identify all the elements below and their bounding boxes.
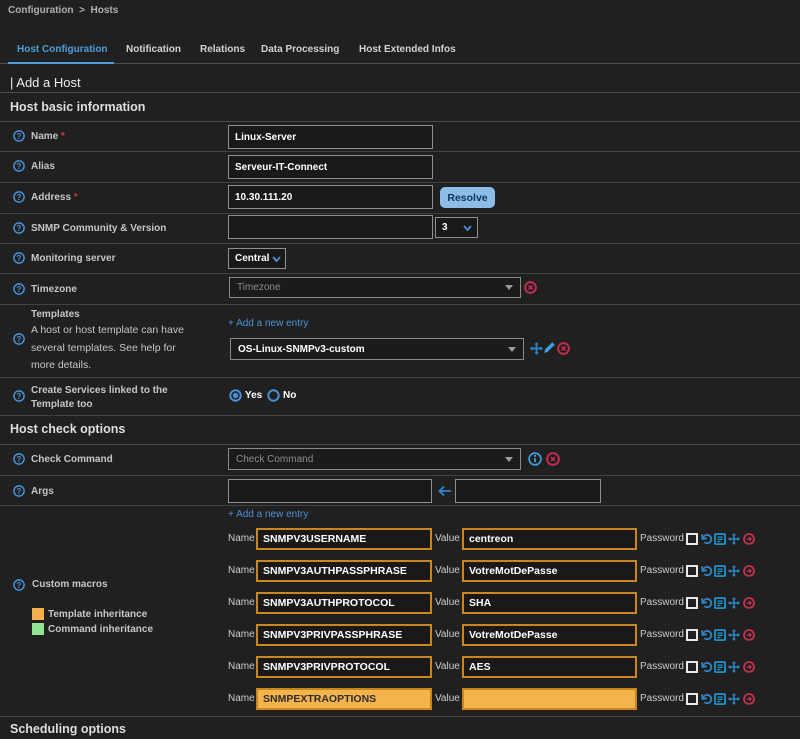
svg-text:?: ? xyxy=(17,335,22,344)
svg-text:?: ? xyxy=(17,224,22,233)
svg-text:?: ? xyxy=(17,285,22,294)
svg-text:?: ? xyxy=(17,162,22,171)
svg-text:?: ? xyxy=(17,581,22,590)
svg-text:?: ? xyxy=(17,455,22,464)
svg-text:?: ? xyxy=(17,487,22,496)
svg-text:?: ? xyxy=(17,392,22,401)
svg-text:?: ? xyxy=(17,254,22,263)
svg-text:?: ? xyxy=(17,132,22,141)
svg-text:?: ? xyxy=(17,193,22,202)
